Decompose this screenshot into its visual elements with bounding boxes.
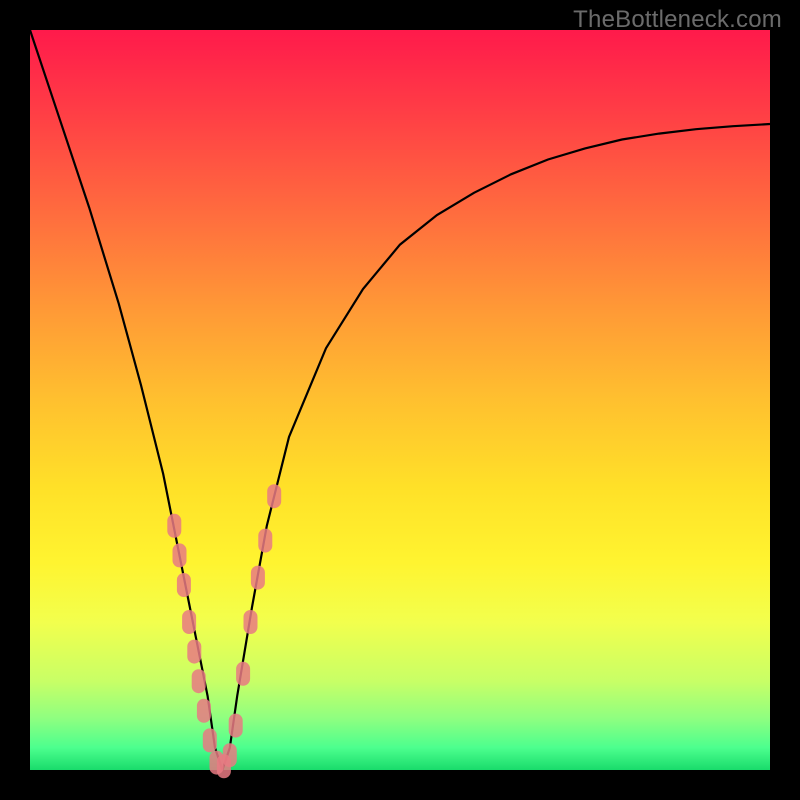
chart-frame: TheBottleneck.com bbox=[0, 0, 800, 800]
scatter-dot bbox=[177, 573, 191, 597]
plot-area bbox=[30, 30, 770, 770]
scatter-dot bbox=[187, 640, 201, 664]
scatter-dot bbox=[223, 743, 237, 767]
scatter-dot bbox=[236, 662, 250, 686]
scatter-dot bbox=[197, 699, 211, 723]
scatter-points bbox=[167, 484, 281, 778]
scatter-dot bbox=[173, 543, 187, 567]
bottleneck-curve bbox=[30, 30, 770, 770]
scatter-dot bbox=[192, 669, 206, 693]
watermark-text: TheBottleneck.com bbox=[573, 6, 782, 34]
scatter-dot bbox=[244, 610, 258, 634]
scatter-dot bbox=[182, 610, 196, 634]
scatter-dot bbox=[203, 728, 217, 752]
scatter-dot bbox=[251, 566, 265, 590]
chart-svg bbox=[30, 30, 770, 770]
scatter-dot bbox=[267, 484, 281, 508]
scatter-dot bbox=[229, 714, 243, 738]
scatter-dot bbox=[258, 529, 272, 553]
scatter-dot bbox=[167, 514, 181, 538]
